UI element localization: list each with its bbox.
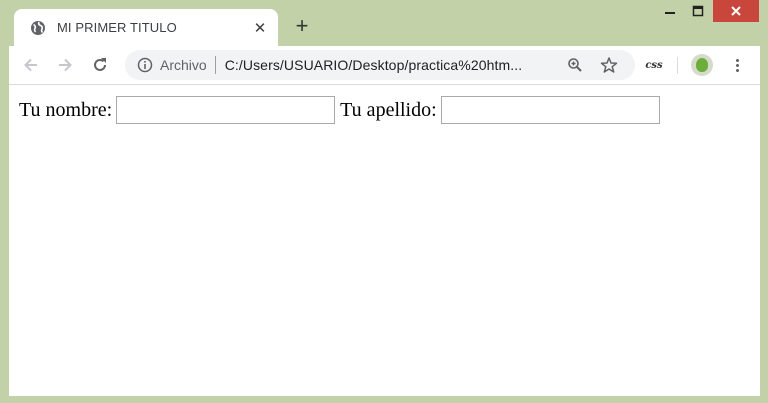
nombre-label: Tu nombre:	[19, 98, 113, 121]
profile-avatar[interactable]	[691, 54, 713, 76]
reload-icon[interactable]	[88, 53, 112, 77]
browser-tab[interactable]: MI PRIMER TITULO ✕	[14, 9, 278, 46]
scheme-label: Archivo	[160, 57, 207, 73]
new-tab-button[interactable]: +	[290, 14, 314, 38]
apellido-label: Tu apellido:	[340, 98, 437, 121]
nombre-input[interactable]	[116, 96, 336, 124]
omnibox-divider	[214, 56, 216, 74]
apellido-input[interactable]	[440, 96, 660, 124]
maximize-icon[interactable]	[684, 0, 712, 22]
browser-toolbar: Archivo C:/Users/USUARIO/Desktop/practic…	[9, 46, 760, 85]
globe-icon	[30, 20, 46, 36]
zoom-icon[interactable]	[563, 53, 587, 77]
url-text[interactable]: C:/Users/USUARIO/Desktop/practica%20htm.…	[225, 57, 545, 73]
minimize-icon[interactable]	[657, 0, 683, 22]
css-extension-icon[interactable]: css	[642, 55, 666, 75]
avatar-icon	[696, 58, 708, 72]
toolbar-divider	[677, 57, 678, 74]
star-icon[interactable]	[597, 53, 621, 77]
page-viewport: Tu nombre: Tu apellido:	[9, 85, 760, 396]
arrow-left-icon[interactable]	[19, 53, 43, 77]
info-icon[interactable]	[137, 57, 153, 73]
tab-close-icon[interactable]: ✕	[250, 18, 270, 38]
address-bar[interactable]: Archivo C:/Users/USUARIO/Desktop/practic…	[125, 50, 635, 80]
tab-title: MI PRIMER TITULO	[57, 20, 177, 35]
menu-dots-icon[interactable]	[727, 54, 747, 76]
name-form: Tu nombre: Tu apellido:	[19, 96, 665, 124]
browser-window: MI PRIMER TITULO ✕ + Archivo C:/Users/US…	[0, 0, 768, 403]
arrow-right-icon[interactable]	[53, 53, 77, 77]
close-window-icon[interactable]	[713, 0, 759, 22]
